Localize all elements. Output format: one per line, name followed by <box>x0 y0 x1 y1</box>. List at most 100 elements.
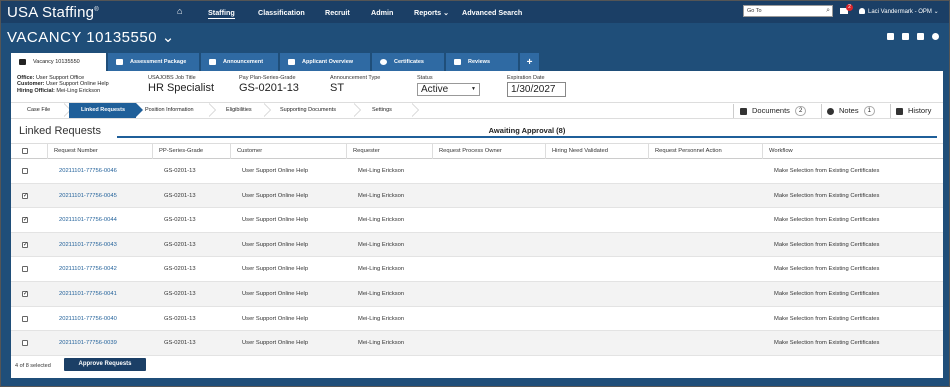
goto-input[interactable]: Go To ⌕ <box>743 5 833 17</box>
requester-cell: Mei-Ling Erickson <box>358 266 405 273</box>
row-checkbox[interactable] <box>22 192 28 199</box>
nav-reports[interactable]: Reports ⌄ <box>414 8 449 17</box>
approve-requests-button[interactable]: Approve Requests <box>64 358 146 371</box>
org-info: Office: User Support Office Customer: Us… <box>17 75 109 94</box>
nav-classification[interactable]: Classification <box>258 8 305 17</box>
col-request-process-owner[interactable]: Request Process Owner <box>432 144 545 159</box>
table-row[interactable]: 20211101-77756-0044 GS-0201-13 User Suppor… <box>11 208 943 233</box>
step-settings[interactable]: Settings <box>372 103 392 118</box>
thumbs-up-icon <box>454 59 461 65</box>
tab-certificates[interactable]: Certificates <box>372 53 444 71</box>
search-icon[interactable]: ⌕ <box>826 7 830 15</box>
checklist-icon[interactable] <box>887 33 894 40</box>
col-hiring-need-validated[interactable]: Hiring Need Validated <box>545 144 648 159</box>
row-checkbox[interactable] <box>22 315 28 322</box>
tab-reviews[interactable]: Reviews <box>446 53 518 71</box>
status-label: Status <box>417 75 433 81</box>
workflow-cell: Make Selection from Existing Certificate… <box>774 340 880 347</box>
row-checkbox[interactable] <box>22 241 28 248</box>
col-request-number[interactable]: Request Number <box>47 144 152 159</box>
step-eligibilities[interactable]: Eligibilities <box>226 103 252 118</box>
chevron-right-icon <box>263 103 271 118</box>
col-customer[interactable]: Customer <box>230 144 346 159</box>
pay-plan-field: Pay Plan-Series-Grade GS-0201-13 <box>239 75 299 94</box>
table-row[interactable]: 20211101-77756-0040 GS-0201-13 User Suppor… <box>11 307 943 332</box>
add-tab-button[interactable]: + <box>520 53 539 71</box>
certificate-icon <box>380 59 387 65</box>
tab-awaiting-approval[interactable]: Awaiting Approval (8) <box>117 123 937 138</box>
col-workflow[interactable]: Workflow <box>762 144 943 159</box>
folder-icon[interactable] <box>902 33 909 40</box>
table-row[interactable]: 20211101-77756-0045 GS-0201-13 User Suppor… <box>11 183 943 209</box>
expiration-label: Expiration Date <box>507 75 545 81</box>
pp-series-grade-cell: GS-0201-13 <box>164 290 196 297</box>
nav-recruit[interactable]: Recruit <box>325 8 350 17</box>
home-icon[interactable]: ⌂ <box>177 7 186 16</box>
step-breadcrumb: Case File Linked Requests Position Infor… <box>11 102 943 119</box>
table-row[interactable]: 20211101-77756-0043 GS-0201-13 User Suppor… <box>11 232 943 258</box>
step-supporting-documents[interactable]: Supporting Documents <box>280 103 336 118</box>
request-number-link[interactable]: 20211101-77756-0039 <box>53 331 117 355</box>
request-number-link[interactable]: 20211101-77756-0040 <box>53 307 117 331</box>
nav-admin[interactable]: Admin <box>371 8 393 17</box>
requester-cell: Mei-Ling Erickson <box>358 315 405 322</box>
documents-button[interactable]: Documents 2 <box>740 104 807 118</box>
request-number-link[interactable]: 20211101-77756-0042 <box>53 257 117 281</box>
table-row[interactable]: 20211101-77756-0039 GS-0201-13 User Suppor… <box>11 331 943 356</box>
request-number-link[interactable]: 20211101-77756-0043 <box>53 233 117 257</box>
request-number-link[interactable]: 20211101-77756-0045 <box>53 184 117 208</box>
vacancy-tabs: Vacancy 10135550 Assessment Package Anno… <box>11 53 539 71</box>
megaphone-icon <box>209 59 216 65</box>
col-pp-series-grade[interactable]: PP-Series-Grade <box>152 144 230 159</box>
request-number-link[interactable]: 20211101-77756-0041 <box>53 282 117 306</box>
vacancy-title[interactable]: VACANCY 10135550 ⌄ <box>7 28 175 46</box>
help-icon[interactable] <box>932 33 939 40</box>
col-requester[interactable]: Requester <box>346 144 432 159</box>
nav-staffing[interactable]: Staffing <box>208 8 235 19</box>
table-row[interactable]: 20211101-77756-0042 GS-0201-13 User Suppor… <box>11 257 943 282</box>
customer-cell: User Support Online Help <box>242 266 309 273</box>
chevron-right-icon <box>353 103 361 118</box>
row-checkbox[interactable] <box>22 290 28 297</box>
status-select[interactable]: Active ▼ <box>417 83 480 96</box>
request-number-link[interactable]: 20211101-77756-0046 <box>53 159 117 183</box>
tab-applicant-overview[interactable]: Applicant Overview <box>280 53 370 71</box>
chevron-right-icon <box>208 103 216 118</box>
request-number-link[interactable]: 20211101-77756-0044 <box>53 208 117 232</box>
table-row[interactable]: 20211101-77756-0046 GS-0201-13 User Suppor… <box>11 159 943 184</box>
select-all-checkbox[interactable] <box>22 148 28 154</box>
table-row[interactable]: 20211101-77756-0041 GS-0201-13 User Suppor… <box>11 281 943 307</box>
tab-announcement[interactable]: Announcement <box>201 53 278 71</box>
customer-cell: User Support Online Help <box>242 217 309 224</box>
notes-button[interactable]: Notes 1 <box>827 104 875 118</box>
chevron-right-icon <box>411 103 419 118</box>
row-checkbox[interactable] <box>22 266 28 273</box>
row-checkbox[interactable] <box>22 216 28 224</box>
step-position-information[interactable]: Position Information <box>145 103 194 118</box>
step-case-file[interactable]: Case File <box>27 103 50 118</box>
tab-assessment-package[interactable]: Assessment Package <box>108 53 199 71</box>
pp-series-grade-cell: GS-0201-13 <box>164 217 196 224</box>
pp-series-grade-cell: GS-0201-13 <box>164 241 196 248</box>
customer-cell: User Support Online Help <box>242 241 309 248</box>
user-menu[interactable]: Laci Vandermark - OPM ⌄ <box>859 8 939 15</box>
step-linked-requests[interactable]: Linked Requests <box>69 103 143 118</box>
vacancy-info: Office: User Support Office Customer: Us… <box>11 71 943 101</box>
requester-cell: Mei-Ling Erickson <box>358 241 405 248</box>
row-checkbox[interactable] <box>22 168 28 174</box>
workflow-cell: Make Selection from Existing Certificate… <box>774 290 880 297</box>
nav-advanced-search[interactable]: Advanced Search <box>462 8 522 17</box>
tab-vacancy[interactable]: Vacancy 10135550 <box>11 53 106 71</box>
pp-series-grade-cell: GS-0201-13 <box>164 192 196 199</box>
workflow-cell: Make Selection from Existing Certificate… <box>774 192 880 199</box>
row-checkbox[interactable] <box>22 340 28 347</box>
app-logo[interactable]: USA Staffing® <box>7 4 99 21</box>
workflow-cell: Make Selection from Existing Certificate… <box>774 217 880 224</box>
history-button[interactable]: History <box>896 104 931 118</box>
vacancy-tools <box>887 33 939 40</box>
comment-icon[interactable] <box>917 33 924 40</box>
col-request-personnel-action[interactable]: Request Personnel Action <box>648 144 762 159</box>
pp-series-grade-cell: GS-0201-13 <box>164 340 196 347</box>
expiration-date-input[interactable]: 1/30/2027 <box>507 82 566 97</box>
comment-icon <box>827 107 834 115</box>
